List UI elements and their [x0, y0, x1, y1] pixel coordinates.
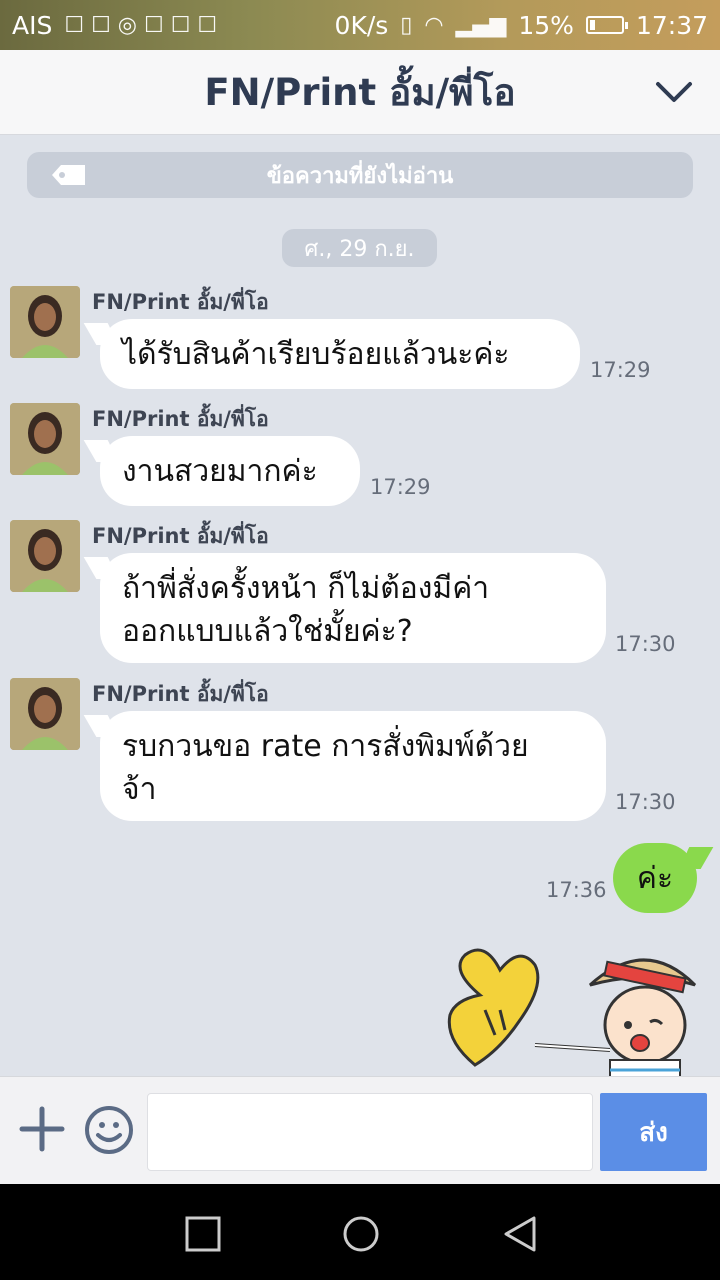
- plus-icon[interactable]: [18, 1105, 66, 1153]
- network-speed: 0K/s: [334, 10, 389, 40]
- tag-icon: [52, 165, 85, 185]
- triangle-back-icon[interactable]: [500, 1214, 540, 1254]
- message-time: 17:29: [590, 358, 651, 382]
- wifi-icon: ◠: [424, 12, 444, 38]
- unread-banner[interactable]: ข้อความที่ยังไม่อ่าน: [27, 152, 693, 198]
- message-time: 17:30: [615, 790, 676, 814]
- message-text-line: ถ้าพี่สั่งครั้งหน้า ก็ไม่ต้องมีค่า: [122, 571, 490, 606]
- message-time: 17:29: [370, 475, 431, 499]
- smile-icon[interactable]: [84, 1105, 134, 1155]
- message-text-line: รบกวนขอ rate การสั่งพิมพ์ด้วย: [122, 729, 529, 764]
- circle-icon[interactable]: [341, 1214, 381, 1254]
- avatar[interactable]: [10, 678, 80, 750]
- signal-icon: ▂▄▆: [455, 12, 507, 38]
- message-input[interactable]: [147, 1093, 593, 1171]
- message-text: งานสวยมากค่ะ: [122, 454, 318, 489]
- message-text: ได้รับสินค้าเรียบร้อยแล้วนะค่ะ: [122, 337, 510, 372]
- vibrate-icon: ▯: [400, 12, 413, 38]
- date-separator: ศ., 29 ก.ย.: [282, 229, 437, 267]
- battery-icon: [585, 16, 628, 34]
- chat-header: FN/Print อั้ม/พี่โอ: [0, 50, 720, 135]
- chat-title: FN/Print อั้ม/พี่โอ: [204, 70, 516, 114]
- my-message-time: 17:36: [546, 878, 607, 902]
- carrier-label: AIS: [12, 10, 53, 40]
- avatar[interactable]: [10, 286, 80, 358]
- battery-percent: 15%: [518, 10, 574, 40]
- system-nav-bar: [0, 1184, 720, 1280]
- message-time: 17:30: [615, 632, 676, 656]
- avatar[interactable]: [10, 403, 80, 475]
- send-button[interactable]: ส่ง: [600, 1093, 707, 1171]
- notification-icons: ☐ ☐ ◎ ☐ ☐ ☐: [64, 12, 218, 38]
- sender-name: FN/Print อั้ม/พี่โอ: [92, 682, 269, 706]
- my-message-bubble[interactable]: ค่ะ: [613, 843, 697, 913]
- my-message-text: ค่ะ: [636, 860, 674, 896]
- square-icon[interactable]: [183, 1214, 223, 1254]
- status-bar: AIS ☐ ☐ ◎ ☐ ☐ ☐ 0K/s ▯ ◠ ▂▄▆ 15% 17:37: [0, 0, 720, 50]
- sender-name: FN/Print อั้ม/พี่โอ: [92, 290, 269, 314]
- sender-name: FN/Print อั้ม/พี่โอ: [92, 524, 269, 548]
- message-text-line: ออกแบบแล้วใช่มั้ยค่ะ?: [122, 614, 413, 649]
- message-bubble[interactable]: ได้รับสินค้าเรียบร้อยแล้วนะค่ะ: [100, 319, 580, 389]
- unread-label: ข้อความที่ยังไม่อ่าน: [266, 163, 454, 189]
- message-bubble[interactable]: งานสวยมากค่ะ: [100, 436, 360, 506]
- send-label: ส่ง: [639, 1116, 668, 1147]
- clock: 17:37: [635, 10, 708, 40]
- sticker-image[interactable]: [440, 940, 700, 1080]
- message-text-line: จ้า: [122, 772, 157, 807]
- message-bubble[interactable]: ถ้าพี่สั่งครั้งหน้า ก็ไม่ต้องมีค่า ออกแบ…: [100, 553, 606, 663]
- message-bubble[interactable]: รบกวนขอ rate การสั่งพิมพ์ด้วย จ้า: [100, 711, 606, 821]
- sender-name: FN/Print อั้ม/พี่โอ: [92, 407, 269, 431]
- chevron-down-icon[interactable]: [654, 74, 694, 110]
- message-composer: ส่ง: [0, 1076, 720, 1185]
- avatar[interactable]: [10, 520, 80, 592]
